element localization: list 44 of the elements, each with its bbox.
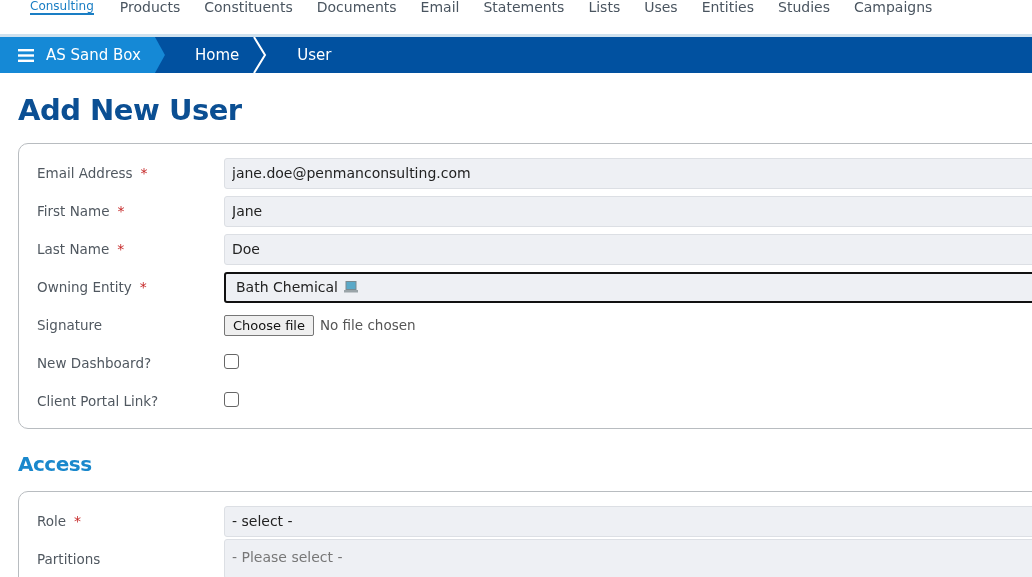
text-field[interactable]: Doe: [224, 233, 1032, 265]
breadcrumb-link[interactable]: User: [267, 37, 346, 73]
required-asterisk: *: [139, 279, 147, 295]
chevron-separator: [253, 37, 268, 73]
required-asterisk: *: [74, 513, 82, 529]
nav-link[interactable]: Statements: [483, 0, 565, 14]
entity-field[interactable]: Bath Chemical: [224, 271, 1032, 303]
required-asterisk: *: [117, 241, 125, 257]
field-label: Email Address: [37, 165, 133, 181]
field-label: Last Name: [37, 241, 110, 257]
field-label: First Name: [37, 203, 110, 219]
text-field[interactable]: Jane: [224, 195, 1032, 227]
text-field[interactable]: jane.doe@penmanconsulting.com: [224, 157, 1032, 189]
checkbox[interactable]: [224, 353, 239, 369]
logo-text[interactable]: Consulting: [30, 0, 94, 15]
nav-link[interactable]: Campaigns: [853, 0, 933, 14]
nav-link[interactable]: Products: [119, 0, 181, 14]
role-select[interactable]: - select -: [224, 505, 1032, 537]
menu-icon[interactable]: [18, 48, 34, 62]
field-label: Signature: [37, 317, 103, 333]
field-label: Owning Entity: [37, 279, 132, 295]
breadcrumb-root[interactable]: AS Sand Box: [0, 37, 165, 73]
field-label: Client Portal Link?: [37, 393, 159, 409]
required-asterisk: *: [140, 165, 148, 181]
nav-link[interactable]: Email: [420, 0, 460, 14]
nav-link[interactable]: Constituents: [204, 0, 293, 14]
breadcrumb-link[interactable]: Home: [164, 37, 254, 73]
nav-link[interactable]: Uses: [644, 0, 678, 14]
required-asterisk: *: [117, 203, 125, 219]
page-title: Add New User: [18, 92, 243, 129]
file-status: No file chosen: [319, 317, 416, 333]
checkbox[interactable]: [224, 391, 239, 407]
field-label: Partitions: [37, 551, 101, 567]
choose-file-button[interactable]: Choose file: [224, 314, 314, 336]
entity-value: Bath Chemical: [236, 279, 338, 295]
field-label: Role: [37, 513, 67, 529]
partitions-select[interactable]: - Please select -: [224, 539, 1032, 577]
section-title: Access: [18, 451, 93, 477]
nav-link[interactable]: Studies: [778, 0, 830, 14]
laptop-icon: [343, 281, 358, 293]
field-label: New Dashboard?: [37, 355, 152, 371]
nav-link[interactable]: Documents: [316, 0, 397, 14]
nav-link[interactable]: Entities: [701, 0, 755, 14]
nav-link[interactable]: Lists: [588, 0, 621, 14]
